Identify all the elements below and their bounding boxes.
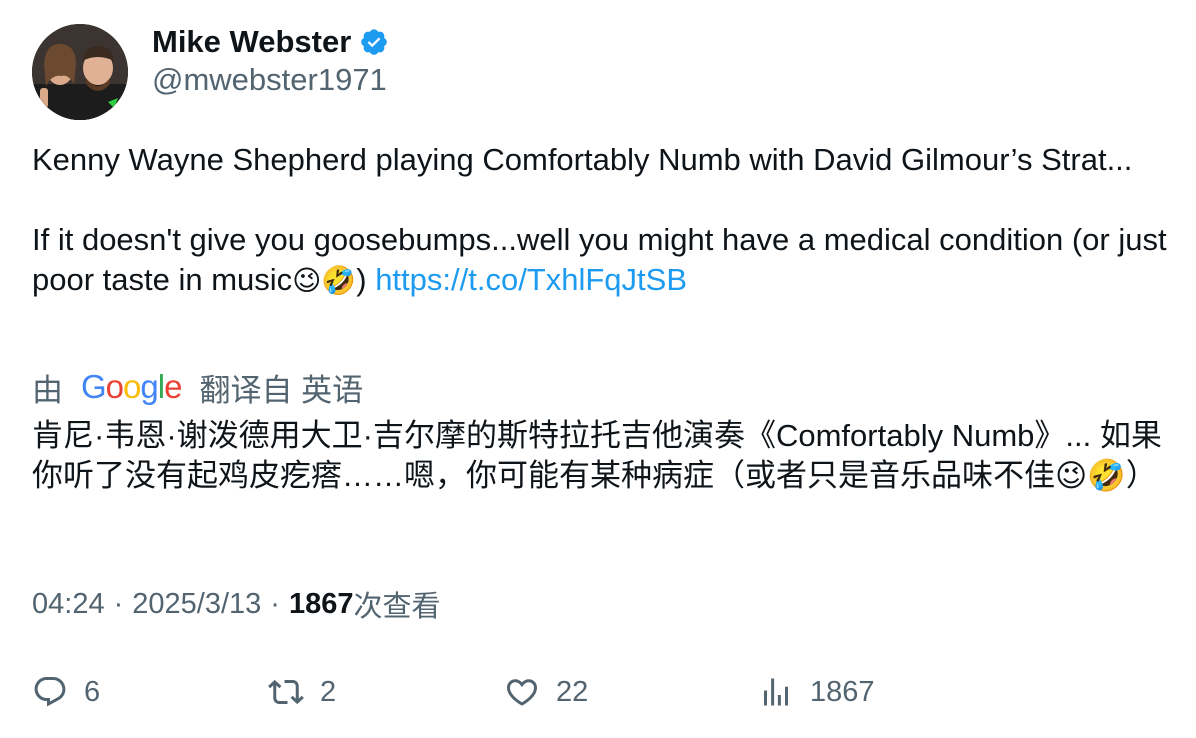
avatar[interactable] bbox=[32, 24, 128, 120]
like-button[interactable]: 22 bbox=[504, 668, 588, 716]
author-name-row[interactable]: Mike Webster bbox=[152, 20, 389, 64]
reply-icon bbox=[34, 677, 66, 707]
author-handle[interactable]: @mwebster1971 bbox=[152, 62, 387, 98]
views-button[interactable]: 1867 bbox=[758, 668, 875, 716]
retweet-button[interactable]: 2 bbox=[268, 668, 336, 716]
tweet-time[interactable]: 04:24 bbox=[32, 588, 105, 621]
reply-button[interactable]: 6 bbox=[32, 668, 100, 716]
tweet-text: Kenny Wayne Shepherd playing Comfortably… bbox=[32, 140, 1172, 301]
tweet-date[interactable]: 2025/3/13 bbox=[132, 588, 261, 621]
analytics-icon bbox=[764, 678, 788, 706]
translated-text: 肯尼·韦恩·谢泼德用大卫·吉尔摩的斯特拉托吉他演奏《Comfortably Nu… bbox=[32, 418, 1162, 493]
views-action-count: 1867 bbox=[810, 675, 875, 708]
verified-badge-icon bbox=[359, 27, 389, 57]
translation-suffix: 翻译自 英语 bbox=[199, 372, 364, 408]
tweet-close-paren: ) bbox=[356, 262, 367, 297]
google-logo: Google bbox=[81, 368, 182, 405]
tweet-link[interactable]: https://t.co/TxhlFqJtSB bbox=[375, 262, 687, 297]
meta-separator: · bbox=[270, 587, 280, 620]
meta-separator: · bbox=[113, 587, 124, 620]
views-count: 1867 bbox=[288, 587, 354, 620]
author-name[interactable]: Mike Webster bbox=[152, 24, 351, 60]
retweet-count: 2 bbox=[320, 675, 337, 708]
translation-prefix: 由 bbox=[32, 372, 63, 408]
tweet-text-line1: Kenny Wayne Shepherd playing Comfortably… bbox=[32, 142, 1133, 177]
translation-attribution[interactable]: 由 Google 翻译自 英语 bbox=[32, 366, 363, 408]
retweet-icon bbox=[268, 679, 304, 705]
action-bar: 6 2 22 1867 bbox=[32, 668, 1172, 716]
reply-count: 6 bbox=[84, 675, 101, 708]
tweet-meta: 04:24 · 2025/3/13 · 1867 次查看 bbox=[32, 584, 440, 624]
views-label: 次查看 bbox=[353, 591, 441, 623]
heart-icon bbox=[506, 679, 538, 706]
avatar-photo bbox=[32, 24, 128, 120]
tweet-emojis: 😉🤣 bbox=[292, 265, 357, 296]
like-count: 22 bbox=[556, 675, 589, 708]
